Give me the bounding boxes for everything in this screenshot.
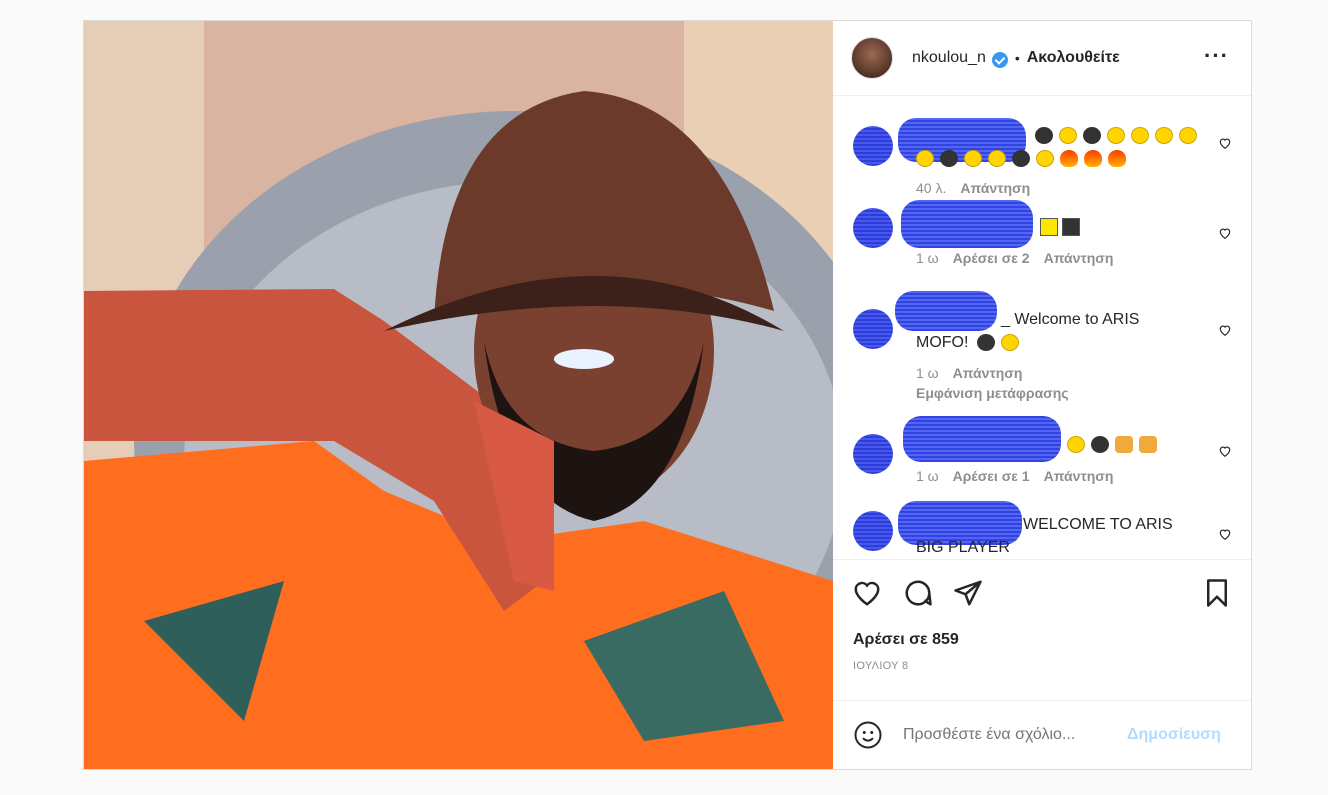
comment-text: WELCOME TO ARIS: [1023, 515, 1173, 533]
comment-like-icon[interactable]: [1218, 323, 1232, 337]
post-sidebar: nkoulou_n • Ακολουθείτε ··· 40 λ. Απάντησ…: [833, 21, 1251, 769]
action-bar: [833, 559, 1251, 626]
commenter-avatar[interactable]: [853, 308, 893, 349]
comment-item: WELCOME TO ARIS BIG PLAYER: [853, 500, 1233, 559]
reply-button[interactable]: Απάντηση: [953, 365, 1023, 381]
redacted-username: [895, 290, 997, 331]
redacted-username: [901, 199, 1033, 248]
comment-item: 40 λ. Απάντηση: [853, 117, 1233, 204]
redacted-username: [903, 415, 1061, 462]
comment-like-icon[interactable]: [1218, 527, 1232, 541]
comments-list[interactable]: 40 λ. Απάντηση 1 ω Αρέσει σε 2 Απάντηση: [833, 96, 1251, 559]
comment-meta: 1 ω Αρέσει σε 1 Απάντηση: [916, 468, 1113, 484]
comment-text: _ Welcome to ARIS: [1001, 310, 1140, 328]
author-avatar[interactable]: [851, 36, 893, 79]
comment-emojis: [1067, 436, 1163, 454]
comment-likes-count[interactable]: Αρέσει σε 1: [953, 468, 1030, 484]
commenter-avatar[interactable]: [853, 207, 893, 248]
add-comment-input[interactable]: [903, 726, 1113, 744]
comment-meta: 1 ω Αρέσει σε 2 Απάντηση: [916, 250, 1113, 266]
post-card: nkoulou_n • Ακολουθείτε ··· 40 λ. Απάντησ…: [83, 20, 1252, 770]
more-dots-icon[interactable]: ···: [1204, 43, 1229, 69]
reply-button[interactable]: Απάντηση: [1044, 468, 1114, 484]
comment-item: 1 ω Αρέσει σε 1 Απάντηση: [853, 415, 1233, 496]
commenter-avatar[interactable]: [853, 510, 893, 551]
comment-like-icon[interactable]: [1218, 136, 1232, 150]
post-photo[interactable]: [84, 21, 833, 769]
post-date: ΙΟΥΛΙΟΥ 8: [853, 660, 909, 673]
comment-text-line2: MOFO!: [916, 331, 1025, 354]
separator-dot: •: [1014, 49, 1020, 66]
reply-button[interactable]: Απάντηση: [1044, 250, 1114, 266]
comment-meta: 40 λ. Απάντηση: [916, 180, 1030, 196]
commenter-avatar[interactable]: [853, 433, 893, 474]
emoji-smile-icon[interactable]: [853, 720, 883, 750]
comment-like-icon[interactable]: [1218, 444, 1232, 458]
comment-time: 40 λ.: [916, 179, 947, 196]
comment-text-line2: BIG PLAYER: [916, 538, 1010, 556]
verified-badge-icon: [991, 51, 1008, 68]
comment-emojis: [1035, 127, 1203, 145]
author-username[interactable]: nkoulou_n: [912, 49, 986, 67]
post-comment-button[interactable]: Δημοσίευση: [1127, 726, 1221, 744]
comment-emojis-line2: [916, 150, 1132, 168]
add-comment-bar: Δημοσίευση: [833, 700, 1251, 769]
comment-bubble-icon[interactable]: [903, 578, 933, 608]
follow-status-button[interactable]: Ακολουθείτε: [1027, 49, 1120, 67]
comment-time: 1 ω: [916, 467, 939, 484]
post-header: nkoulou_n • Ακολουθείτε ···: [833, 21, 1251, 96]
comment-likes-count[interactable]: Αρέσει σε 2: [953, 250, 1030, 266]
share-paper-plane-icon[interactable]: [953, 578, 983, 608]
photo-illustration: [84, 21, 833, 769]
likes-count[interactable]: Αρέσει σε 859: [833, 626, 1251, 654]
comment-emojis: [1040, 217, 1084, 236]
commenter-avatar[interactable]: [853, 125, 893, 166]
see-translation-link[interactable]: Εμφάνιση μετάφρασης: [916, 385, 1069, 401]
comment-time: 1 ω: [916, 364, 939, 381]
comment-time: 1 ω: [916, 249, 939, 266]
save-bookmark-icon[interactable]: [1202, 578, 1232, 608]
reply-button[interactable]: Απάντηση: [960, 180, 1030, 196]
comment-item: 1 ω Αρέσει σε 2 Απάντηση: [853, 199, 1233, 286]
comment-like-icon[interactable]: [1218, 226, 1232, 240]
comment-item: _ Welcome to ARIS MOFO! 1 ω Απάντηση Εμφά…: [853, 290, 1233, 411]
comment-meta: 1 ω Απάντηση: [916, 365, 1022, 381]
like-heart-icon[interactable]: [852, 578, 882, 608]
